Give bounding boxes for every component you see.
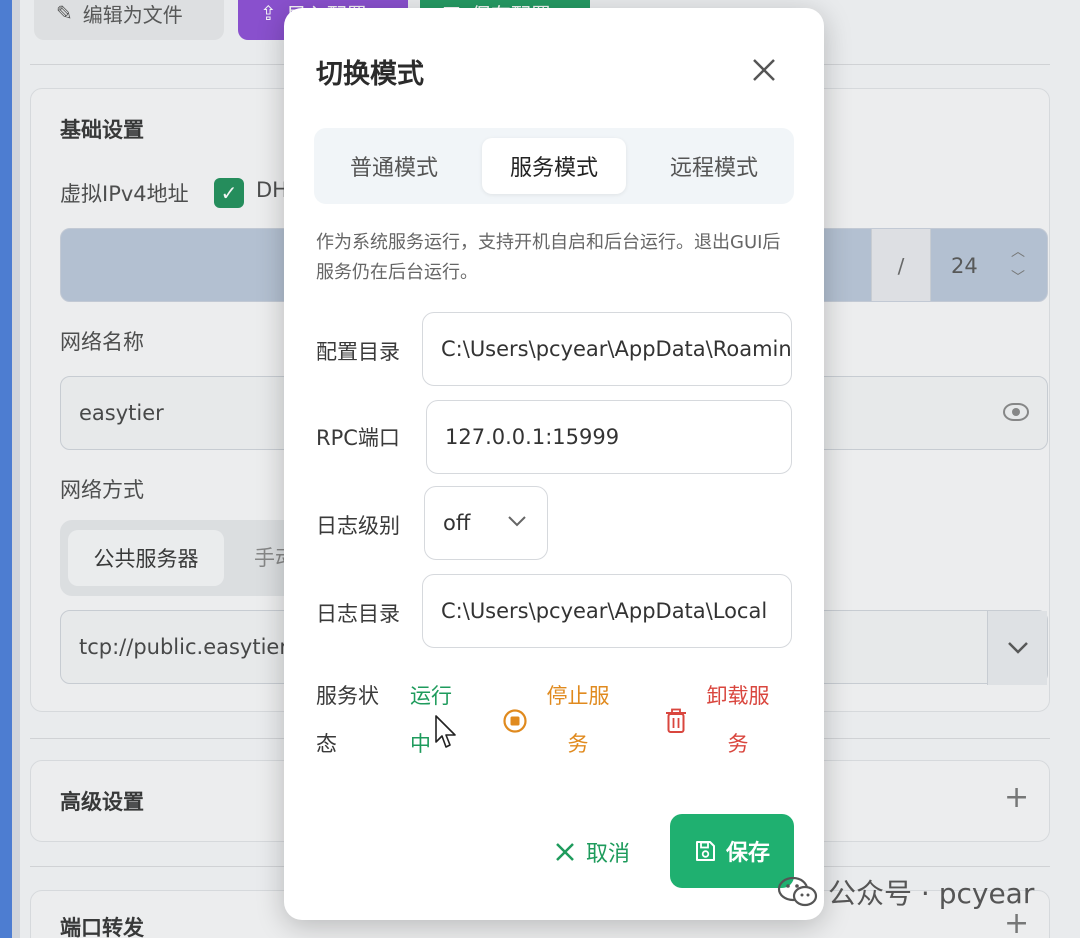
save-label: 保存 <box>725 841 770 866</box>
uninstall-service-button[interactable]: 卸载服务 <box>698 672 778 768</box>
tab-normal-mode[interactable]: 普通模式 <box>314 138 474 194</box>
config-dir-value: C:\Users\pcyear\AppData\Roaming <box>441 337 792 361</box>
config-dir-label: 配置目录 <box>316 340 400 364</box>
config-dir-input[interactable]: C:\Users\pcyear\AppData\Roaming <box>422 312 792 386</box>
mode-tabs: 普通模式 服务模式 远程模式 <box>314 128 794 204</box>
trash-icon[interactable] <box>664 708 688 734</box>
close-button[interactable] <box>748 54 780 86</box>
switch-mode-dialog: 切换模式 普通模式 服务模式 远程模式 作为系统服务运行，支持开机自启和后台运行… <box>284 8 824 920</box>
rpc-port-label: RPC端口 <box>316 426 400 450</box>
log-level-label: 日志级别 <box>316 514 400 538</box>
log-level-select[interactable]: off <box>424 486 548 560</box>
chevron-down-icon <box>508 516 526 527</box>
service-status-label: 服务状态 <box>316 684 379 756</box>
close-icon <box>753 59 775 81</box>
watermark: 公众号 · pcyear <box>776 872 1034 912</box>
stop-icon[interactable] <box>502 708 528 734</box>
log-dir-value: C:\Users\pcyear\AppData\Local <box>441 599 768 623</box>
log-dir-input[interactable]: C:\Users\pcyear\AppData\Local <box>422 574 792 648</box>
close-icon <box>556 843 574 861</box>
floppy-disk-icon <box>695 841 715 861</box>
dialog-title: 切换模式 <box>316 59 424 90</box>
cancel-label: 取消 <box>586 842 631 867</box>
wechat-icon <box>777 876 818 907</box>
log-level-value: off <box>443 511 471 535</box>
rpc-port-value: 127.0.0.1:15999 <box>445 425 620 449</box>
tab-service-mode[interactable]: 服务模式 <box>482 138 626 194</box>
stop-service-button[interactable]: 停止服务 <box>540 672 616 768</box>
mouse-cursor-icon <box>435 715 456 748</box>
watermark-text: 公众号 · pcyear <box>828 877 1035 910</box>
rpc-port-input[interactable]: 127.0.0.1:15999 <box>426 400 792 474</box>
mode-description: 作为系统服务运行，支持开机自启和后台运行。退出GUI后服务仍在后台运行。 <box>316 232 781 283</box>
log-dir-label: 日志目录 <box>316 602 400 626</box>
tab-remote-mode[interactable]: 远程模式 <box>634 138 794 194</box>
cancel-button[interactable]: 取消 <box>554 828 630 876</box>
